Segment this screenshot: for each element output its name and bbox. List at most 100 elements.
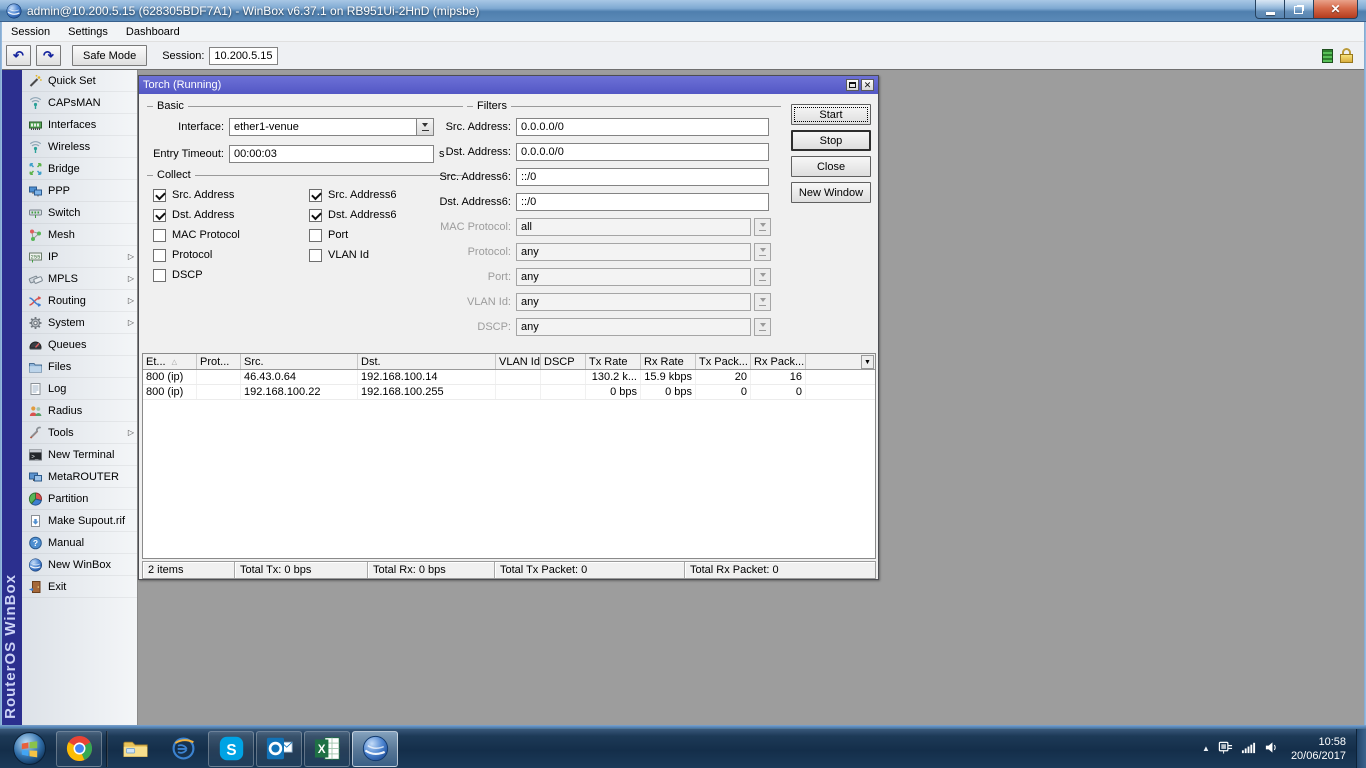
checkbox-icon[interactable]: [153, 228, 166, 242]
sidebar-item-metarouter[interactable]: MetaROUTER: [22, 466, 137, 488]
checkbox-icon[interactable]: [309, 228, 322, 242]
collect-option-dscp[interactable]: DSCP: [153, 266, 203, 284]
network-plug-icon[interactable]: [1218, 740, 1233, 758]
column-header-tx-pack[interactable]: Tx Pack...: [696, 354, 751, 369]
table-row[interactable]: 800 (ip) 46.43.0.64 192.168.100.14 130.2 k.…: [143, 370, 875, 385]
mesh-icon: [27, 228, 43, 242]
tray-clock[interactable]: 10:58 20/06/2017: [1291, 735, 1346, 763]
entry-timeout-input[interactable]: 00:00:03: [229, 145, 434, 163]
stop-button[interactable]: Stop: [791, 130, 871, 151]
torch-maximize-button[interactable]: [846, 79, 859, 91]
checkbox-icon[interactable]: [153, 248, 166, 262]
collect-option-protocol[interactable]: Protocol: [153, 246, 212, 264]
filter-input[interactable]: 0.0.0.0/0: [516, 143, 769, 161]
sidebar-item-queues[interactable]: Queues: [22, 334, 137, 356]
sidebar-item-exit[interactable]: Exit: [22, 576, 137, 598]
taskbar-start-button[interactable]: [4, 731, 54, 767]
column-header-rx-rate[interactable]: Rx Rate: [641, 354, 696, 369]
checkbox-checked-icon[interactable]: [153, 208, 166, 222]
column-selector-dropdown-icon[interactable]: ▼: [861, 355, 874, 369]
column-header-dst[interactable]: Dst.: [358, 354, 496, 369]
sidebar-item-quick-set[interactable]: Quick Set: [22, 70, 137, 92]
sidebar-item-wireless[interactable]: Wireless: [22, 136, 137, 158]
filter-input[interactable]: 0.0.0.0/0: [516, 118, 769, 136]
checkbox-label: Src. Address6: [328, 189, 397, 201]
column-header-prot[interactable]: Prot...: [197, 354, 241, 369]
sidebar-item-manual[interactable]: ? Manual: [22, 532, 137, 554]
checkbox-checked-icon[interactable]: [309, 188, 322, 202]
sidebar-item-new-winbox[interactable]: New WinBox: [22, 554, 137, 576]
taskbar-chrome-icon[interactable]: [56, 730, 102, 767]
sidebar-item-ip[interactable]: 255 IP ▷: [22, 246, 137, 268]
show-desktop-button[interactable]: [1356, 728, 1366, 768]
table-row[interactable]: 800 (ip) 192.168.100.22 192.168.100.255 0 b…: [143, 385, 875, 400]
sidebar-item-switch[interactable]: Switch: [22, 202, 137, 224]
sidebar-item-bridge[interactable]: Bridge: [22, 158, 137, 180]
column-header-et[interactable]: Et... △: [143, 354, 197, 369]
minimize-button[interactable]: [1255, 0, 1285, 19]
collect-option-src-address6[interactable]: Src. Address6: [309, 186, 396, 204]
sidebar-item-radius[interactable]: Radius: [22, 400, 137, 422]
column-header-src[interactable]: Src.: [241, 354, 358, 369]
checkbox-icon[interactable]: [309, 248, 322, 262]
sidebar-item-label: Queues: [48, 338, 87, 351]
redo-button[interactable]: ↷: [36, 45, 61, 66]
restore-button[interactable]: [1284, 0, 1314, 19]
collect-option-src-address[interactable]: Src. Address: [153, 186, 234, 204]
tray-expand-icon[interactable]: ▲: [1202, 744, 1210, 753]
undo-button[interactable]: ↶: [6, 45, 31, 66]
menu-dashboard[interactable]: Dashboard: [117, 22, 189, 42]
speaker-icon[interactable]: [1264, 740, 1279, 758]
sidebar-item-capsman[interactable]: CAPsMAN: [22, 92, 137, 114]
new-window-button[interactable]: New Window: [791, 182, 871, 203]
taskbar-outlook-icon[interactable]: [256, 730, 302, 767]
sidebar-item-make-supout-rif[interactable]: Make Supout.rif: [22, 510, 137, 532]
menu-settings[interactable]: Settings: [59, 22, 117, 42]
signal-strength-icon[interactable]: [1241, 740, 1256, 758]
collect-option-mac-protocol[interactable]: MAC Protocol: [153, 226, 240, 244]
filter-input[interactable]: ::/0: [516, 193, 769, 211]
sidebar-item-ppp[interactable]: PPP: [22, 180, 137, 202]
sidebar-item-files[interactable]: Files: [22, 356, 137, 378]
start-button[interactable]: Start: [791, 104, 871, 125]
sidebar-item-tools[interactable]: Tools ▷: [22, 422, 137, 444]
folder-icon: [27, 360, 43, 374]
interface-combobox[interactable]: ether1-venue: [229, 118, 417, 136]
sidebar-item-new-terminal[interactable]: >_ New Terminal: [22, 444, 137, 466]
sidebar-item-log[interactable]: Log: [22, 378, 137, 400]
column-header-rx-pack[interactable]: Rx Pack...: [751, 354, 806, 369]
torch-titlebar[interactable]: Torch (Running) ✕: [139, 76, 878, 94]
close-button[interactable]: ✕: [1313, 0, 1358, 19]
close-button[interactable]: Close: [791, 156, 871, 177]
taskbar-skype-icon[interactable]: S: [208, 730, 254, 767]
menu-session[interactable]: Session: [2, 22, 59, 42]
sidebar-item-mpls[interactable]: MPLS ▷: [22, 268, 137, 290]
sidebar-item-partition[interactable]: Partition: [22, 488, 137, 510]
filter-input[interactable]: ::/0: [516, 168, 769, 186]
column-header-tx-rate[interactable]: Tx Rate: [586, 354, 641, 369]
sidebar-item-mesh[interactable]: Mesh: [22, 224, 137, 246]
taskbar-excel-icon[interactable]: X: [304, 730, 350, 767]
checkbox-checked-icon[interactable]: [309, 208, 322, 222]
taskbar-explorer-icon[interactable]: [112, 731, 158, 767]
collect-option-dst-address[interactable]: Dst. Address: [153, 206, 234, 224]
svg-text:X: X: [317, 743, 325, 756]
checkbox-checked-icon[interactable]: [153, 188, 166, 202]
column-header-dscp[interactable]: DSCP: [541, 354, 586, 369]
collect-option-port[interactable]: Port: [309, 226, 348, 244]
safe-mode-button[interactable]: Safe Mode: [72, 45, 148, 66]
taskbar-winbox-icon[interactable]: [352, 730, 398, 767]
sidebar-item-interfaces[interactable]: Interfaces: [22, 114, 137, 136]
column-header-vlan-id[interactable]: VLAN Id: [496, 354, 541, 369]
collect-option-vlan-id[interactable]: VLAN Id: [309, 246, 369, 264]
sidebar-item-system[interactable]: System ▷: [22, 312, 137, 334]
terminal-icon: >_: [27, 448, 43, 462]
windows-taskbar: S X ▲ 10:58 20/06/2017: [0, 728, 1366, 768]
collect-option-dst-address6[interactable]: Dst. Address6: [309, 206, 396, 224]
checkbox-icon[interactable]: [153, 268, 166, 282]
session-input[interactable]: 10.200.5.15: [209, 46, 278, 65]
taskbar-internet-explorer-icon[interactable]: [160, 731, 206, 767]
torch-close-button[interactable]: ✕: [861, 79, 874, 91]
sidebar-item-label: PPP: [48, 184, 71, 197]
sidebar-item-routing[interactable]: Routing ▷: [22, 290, 137, 312]
